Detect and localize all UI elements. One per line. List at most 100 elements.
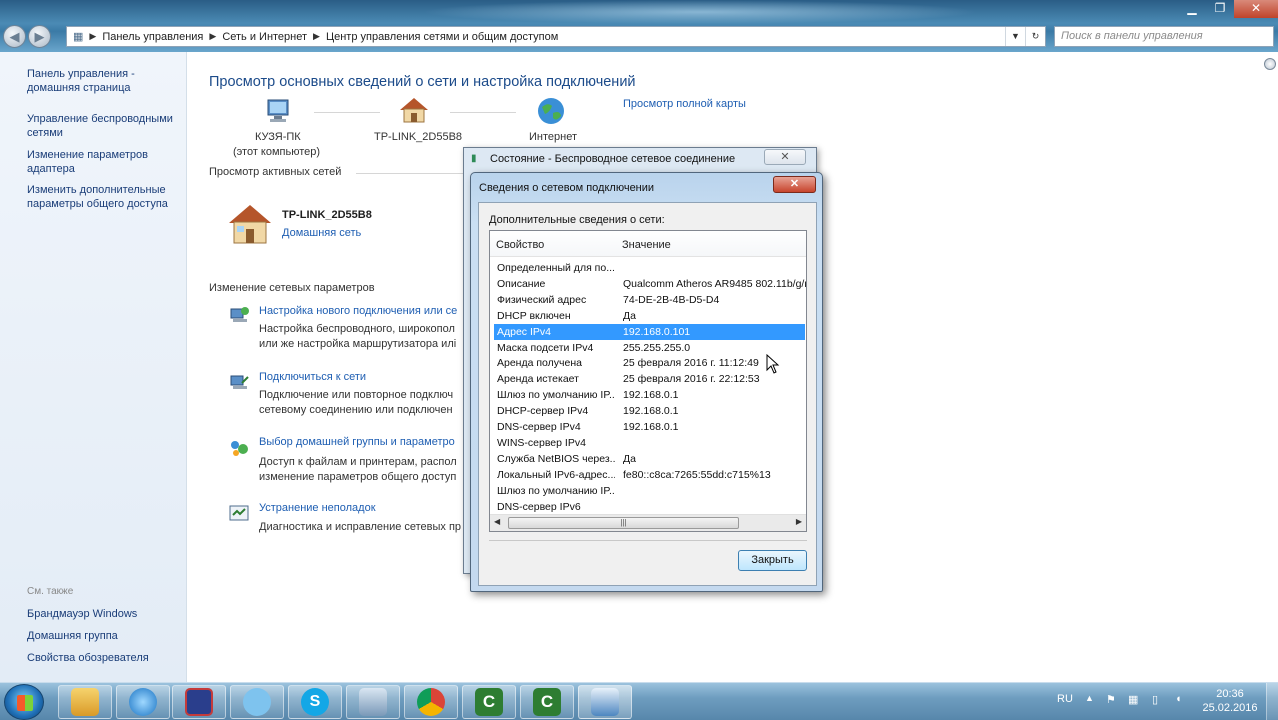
start-button[interactable]: [4, 684, 44, 720]
close-window-button[interactable]: ✕: [1234, 0, 1278, 18]
value-cell: 192.168.0.1: [623, 421, 679, 433]
listview-row[interactable]: Адрес IPv4 192.168.0.101: [494, 323, 805, 340]
signal-bars-icon: ▮: [471, 153, 477, 164]
value-cell: 192.168.0.1: [623, 389, 679, 402]
property-cell: Аренда истекает: [497, 373, 579, 386]
clock[interactable]: 20:36 25.02.2016: [1200, 687, 1260, 715]
status-dialog-close[interactable]: ✕: [764, 149, 806, 165]
listview-row[interactable]: DNS-сервер IPv4 192.168.0.1: [494, 419, 805, 435]
floppy-icon: [185, 688, 213, 716]
value-cell: 192.168.0.1: [623, 405, 679, 418]
taskbar-chrome[interactable]: [404, 685, 458, 719]
horizontal-scrollbar[interactable]: ◀ ||| ▶: [490, 514, 806, 531]
breadcrumb-network-internet[interactable]: Сеть и Интернет: [216, 31, 313, 43]
see-also-heading: См. также: [27, 586, 74, 597]
details-label: Дополнительные сведения о сети:: [489, 214, 665, 226]
refresh-icon[interactable]: ↻: [1025, 27, 1045, 46]
address-bar[interactable]: ▦ ▶ Панель управления ▶ Сеть и Интернет …: [66, 26, 1046, 47]
listview-row[interactable]: DHCP включен Да: [494, 308, 805, 324]
computer-name: КУЗЯ-ПК: [255, 131, 301, 143]
taskbar-camtasia-2[interactable]: C: [520, 685, 574, 719]
task-link-homegroup[interactable]: Выбор домашней группы и параметро: [259, 436, 455, 448]
forward-button[interactable]: ▶: [28, 25, 51, 48]
property-cell: DNS-сервер IPv4: [497, 421, 581, 433]
taskbar-network-app[interactable]: [346, 685, 400, 719]
listview-row[interactable]: Аренда получена 25 февраля 2016 г. 11:12:…: [494, 355, 805, 371]
show-desktop-button[interactable]: [1266, 683, 1278, 720]
task-link-connect[interactable]: Подключиться к сети: [259, 371, 366, 383]
camtasia-recorder-icon: C: [533, 688, 561, 716]
map-link-line: [450, 112, 516, 113]
sidebar-item-sharing[interactable]: Изменить дополнительные параметры общего…: [27, 183, 185, 211]
sidebar-item-adapter[interactable]: Изменение параметров адаптера: [27, 148, 185, 176]
language-indicator[interactable]: RU: [1057, 693, 1073, 705]
scroll-thumb[interactable]: |||: [508, 517, 739, 529]
listview-row[interactable]: Описание Qualcomm Atheros AR9485 802.11b/…: [494, 276, 806, 292]
breadcrumb-network-center[interactable]: Центр управления сетями и общим доступом: [320, 31, 564, 43]
help-icon[interactable]: [1264, 58, 1276, 70]
globe-icon[interactable]: [536, 96, 566, 126]
sidebar-item-homegroup[interactable]: Домашняя группа: [27, 629, 185, 643]
listview-row[interactable]: DHCP-сервер IPv4 192.168.0.1: [494, 403, 805, 419]
listview-row[interactable]: Аренда истекает 25 февраля 2016 г. 22:12:…: [494, 371, 805, 387]
listview-row[interactable]: DNS-сервер IPv6: [494, 499, 805, 515]
internet-explorer-icon: [129, 688, 157, 716]
details-listview[interactable]: Свойство Значение Определенный для по...…: [489, 230, 807, 532]
control-panel-icon: [591, 688, 619, 716]
tray-expand-icon[interactable]: ▲: [1085, 693, 1094, 703]
task-desc: Настройка беспроводного, широкопол: [259, 323, 455, 335]
computer-icon[interactable]: [264, 98, 294, 124]
maximize-button[interactable]: ❐: [1206, 0, 1234, 18]
listview-row[interactable]: Шлюз по умолчанию IP... 192.168.0.1: [494, 387, 805, 403]
taskbar-control-panel[interactable]: [578, 685, 632, 719]
action-center-flag-icon[interactable]: ⚑: [1106, 693, 1116, 706]
column-header-value[interactable]: Значение: [622, 239, 671, 251]
scroll-right-icon[interactable]: ▶: [796, 517, 802, 526]
listview-row[interactable]: Служба NetBIOS через... Да: [494, 451, 805, 467]
volume-icon[interactable]: ◖: [1175, 693, 1182, 705]
scroll-left-icon[interactable]: ◀: [494, 517, 500, 526]
task-desc: Доступ к файлам и принтерам, распол: [259, 456, 457, 468]
search-input[interactable]: Поиск в панели управления: [1054, 26, 1274, 47]
breadcrumb-control-panel[interactable]: Панель управления: [96, 31, 209, 43]
listview-row[interactable]: WINS-сервер IPv4: [494, 435, 805, 451]
listview-row[interactable]: Физический адрес 74-DE-2B-4B-D5-D4: [494, 292, 805, 308]
network-type-link[interactable]: Домашняя сеть: [282, 227, 361, 239]
sidebar-item-wireless[interactable]: Управление беспроводными сетями: [27, 112, 185, 140]
bird-icon: [243, 688, 271, 716]
windows-logo-icon: [17, 695, 33, 711]
task-link-new-connection[interactable]: Настройка нового подключения или се: [259, 305, 457, 317]
minimize-button[interactable]: ▁: [1178, 0, 1206, 18]
value-cell: 25 февраля 2016 г. 22:12:53: [623, 373, 760, 386]
taskbar-skype[interactable]: S: [288, 685, 342, 719]
listview-row[interactable]: Шлюз по умолчанию IP...: [494, 483, 805, 499]
main-scroll-track[interactable]: [1262, 56, 1278, 682]
details-dialog-close[interactable]: ✕: [773, 176, 816, 193]
router-name: TP-LINK_2D55B8: [374, 131, 463, 143]
task-link-troubleshoot[interactable]: Устранение неполадок: [259, 502, 376, 514]
sidebar-item-firewall[interactable]: Брандмауэр Windows: [27, 607, 185, 621]
column-header-property[interactable]: Свойство: [496, 239, 544, 251]
router-house-icon[interactable]: [398, 96, 430, 124]
taskbar-ie[interactable]: [116, 685, 170, 719]
dialog-divider: [489, 540, 807, 541]
sidebar-item-internet-options[interactable]: Свойства обозревателя: [27, 651, 185, 665]
full-map-link[interactable]: Просмотр полной карты: [623, 98, 746, 110]
listview-row[interactable]: Локальный IPv6-адрес... fe80::c8ca:7265:5…: [494, 467, 805, 483]
back-button[interactable]: ◀: [3, 25, 26, 48]
sidebar-item-home[interactable]: Панель управления - домашняя страница: [27, 67, 185, 95]
network-tray-icon[interactable]: ▦: [1128, 693, 1138, 706]
listview-row[interactable]: Определенный для по...: [494, 260, 805, 276]
section-divider: [356, 173, 466, 174]
taskbar-camtasia[interactable]: C: [462, 685, 516, 719]
device-tray-icon[interactable]: ▯: [1152, 693, 1158, 706]
taskbar-explorer[interactable]: [58, 685, 112, 719]
listview-row[interactable]: Маска подсети IPv4 255.255.255.0: [494, 340, 805, 356]
skype-icon: S: [301, 688, 329, 716]
taskbar-yammer[interactable]: [230, 685, 284, 719]
map-link-line: [314, 112, 380, 113]
taskbar-save-app[interactable]: [172, 685, 226, 719]
property-cell: Шлюз по умолчанию IP...: [497, 484, 615, 497]
close-button[interactable]: Закрыть: [738, 550, 807, 571]
address-dropdown-icon[interactable]: ▼: [1005, 27, 1025, 46]
